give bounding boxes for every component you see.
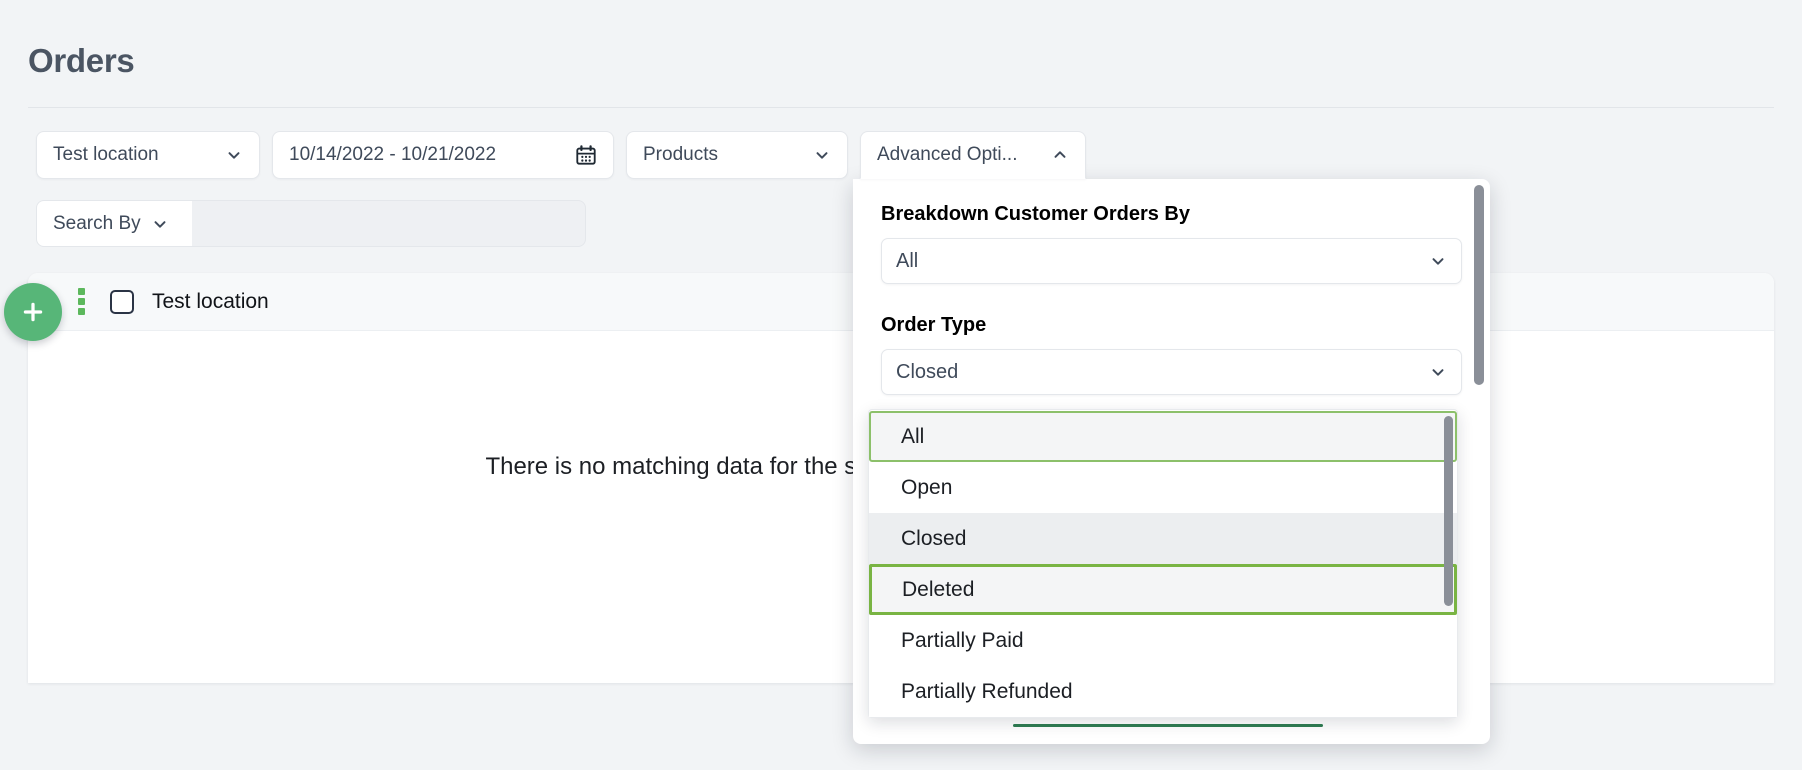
plus-icon [23, 302, 43, 322]
location-filter-label: Test location [53, 144, 159, 165]
page-title: Orders [28, 42, 135, 79]
drag-dots-icon[interactable] [78, 288, 86, 315]
option-list-scrollbar[interactable] [1444, 416, 1453, 606]
advanced-options-label: Advanced Opti... [877, 144, 1018, 165]
search-by-label: Search By [53, 212, 141, 234]
apply-button-strip[interactable] [1013, 724, 1323, 727]
products-filter-label: Products [643, 144, 718, 165]
row-label: Test location [152, 289, 269, 313]
calendar-icon [576, 145, 596, 165]
advanced-options-button[interactable]: Advanced Opti... [860, 131, 1086, 179]
chevron-up-icon [1054, 151, 1066, 158]
row-checkbox[interactable] [110, 289, 134, 314]
date-range-filter[interactable]: 10/14/2022 - 10/21/2022 [272, 131, 614, 179]
products-filter[interactable]: Products [626, 131, 848, 179]
option-closed[interactable]: Closed [869, 513, 1457, 564]
location-filter[interactable]: Test location [36, 131, 260, 179]
chevron-down-icon [228, 152, 240, 159]
search-input[interactable] [192, 200, 586, 247]
search-by-dropdown[interactable]: Search By [36, 200, 192, 247]
filter-bar: Test location 10/14/2022 - 10/21/2022 Pr… [36, 131, 1086, 179]
option-deleted[interactable]: Deleted [869, 564, 1457, 615]
breakdown-select[interactable]: All [881, 238, 1462, 284]
order-type-field-label: Order Type [881, 314, 987, 336]
option-partially-paid[interactable]: Partially Paid [869, 615, 1457, 666]
option-open[interactable]: Open [869, 462, 1457, 513]
add-button[interactable] [4, 283, 62, 341]
chevron-down-icon [1432, 369, 1444, 376]
chevron-down-icon [154, 220, 166, 228]
chevron-down-icon [1432, 258, 1444, 265]
orders-page: Orders Test location 10/14/2022 - 10/21/… [0, 0, 1802, 770]
option-all[interactable]: All [869, 411, 1457, 462]
order-type-option-list: All Open Closed Deleted Partially Paid P… [868, 409, 1458, 718]
title-divider [28, 107, 1774, 108]
date-range-label: 10/14/2022 - 10/21/2022 [289, 144, 497, 165]
option-partially-refunded[interactable]: Partially Refunded [869, 666, 1457, 717]
panel-scrollbar[interactable] [1474, 185, 1484, 385]
chevron-down-icon [816, 152, 828, 159]
order-type-select[interactable]: Closed [881, 349, 1462, 395]
search-row: Search By [36, 200, 586, 247]
breakdown-field-label: Breakdown Customer Orders By [881, 203, 1190, 225]
order-type-select-value: Closed [896, 360, 959, 383]
breakdown-select-value: All [896, 249, 919, 272]
